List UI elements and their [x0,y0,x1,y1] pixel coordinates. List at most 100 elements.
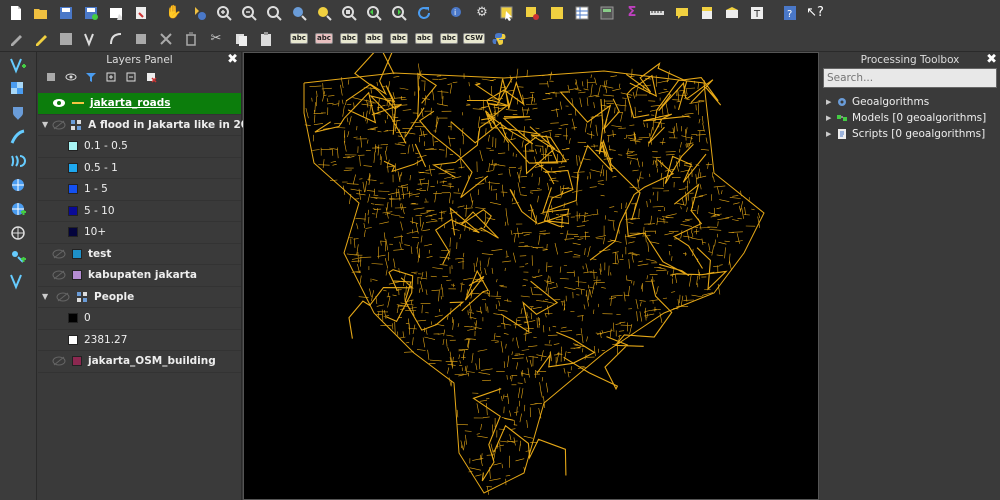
toolbox-item-geoalgorithms[interactable]: ▶ Geoalgorithms [820,94,1000,110]
add-circular-string-icon[interactable] [106,29,126,49]
open-project-icon[interactable] [31,3,51,23]
hidden-eye-icon[interactable] [52,269,68,281]
zoom-next-icon[interactable] [389,3,409,23]
add-wcs-layer-icon[interactable] [6,174,30,196]
refresh-icon[interactable] [414,3,434,23]
legend-item[interactable]: 0 [38,308,241,330]
change-label-icon[interactable]: abc [439,29,459,49]
remove-layer-icon[interactable] [144,70,158,84]
move-feature-icon[interactable] [131,29,151,49]
layer-labeling-icon[interactable]: abc [314,29,334,49]
layer-item[interactable]: jakarta_OSM_building [38,351,241,373]
toolbox-search-input[interactable] [823,68,997,88]
filter-legend-icon[interactable] [84,70,98,84]
expand-arrow-icon[interactable]: ▶ [826,98,836,106]
csw-icon[interactable]: CSW [462,29,486,49]
whats-this-icon[interactable]: ↖? [805,3,825,23]
legend-item[interactable]: 1 - 5 [38,179,241,201]
measure-icon[interactable] [647,3,667,23]
expand-all-icon[interactable] [104,70,118,84]
add-spatialite-layer-icon[interactable] [6,126,30,148]
zoom-full-icon[interactable] [264,3,284,23]
pin-labels-icon[interactable]: abc [339,29,359,49]
hidden-eye-icon[interactable] [52,248,68,260]
legend-item[interactable]: 0.1 - 0.5 [38,136,241,158]
layout-manager-icon[interactable] [131,3,151,23]
save-as-icon[interactable] [81,3,101,23]
select-by-expression-icon[interactable] [547,3,567,23]
current-edits-icon[interactable] [6,29,26,49]
new-shapefile-icon[interactable] [6,270,30,292]
hidden-eye-icon[interactable] [56,291,72,303]
help-icon[interactable]: ? [780,3,800,23]
pan-to-selection-icon[interactable] [189,3,209,23]
legend-item[interactable]: 0.5 - 1 [38,158,241,179]
visible-eye-icon[interactable] [52,97,68,109]
show-bookmarks-icon[interactable] [722,3,742,23]
collapse-arrow-icon[interactable]: ▼ [42,292,52,301]
field-calculator-icon[interactable] [597,3,617,23]
paste-features-icon[interactable] [256,29,276,49]
cut-features-icon[interactable]: ✂ [206,29,226,49]
legend-item[interactable]: 10+ [38,222,241,244]
layer-item[interactable]: jakarta_roads [38,93,241,115]
zoom-to-selection-icon[interactable] [289,3,309,23]
expand-arrow-icon[interactable]: ▶ [826,114,836,122]
toolbox-close-button[interactable]: ✖ [986,52,997,68]
save-project-icon[interactable] [56,3,76,23]
new-project-icon[interactable] [6,3,26,23]
toolbox-item-scripts[interactable]: ▶ Scripts [0 geoalgorithms] [820,126,1000,142]
layer-group[interactable]: ▼ A flood in Jakarta like in 2007 [38,115,263,136]
attribute-table-icon[interactable] [572,3,592,23]
zoom-last-icon[interactable] [364,3,384,23]
layer-label: 1 - 5 [84,183,108,196]
map-canvas[interactable] [243,52,819,500]
zoom-in-icon[interactable] [214,3,234,23]
zoom-native-icon[interactable] [339,3,359,23]
zoom-to-layer-icon[interactable] [314,3,334,23]
labeling-icon[interactable]: abc [289,29,309,49]
copy-features-icon[interactable] [231,29,251,49]
hidden-eye-icon[interactable] [52,355,68,367]
select-feature-icon[interactable] [497,3,517,23]
node-tool-icon[interactable] [156,29,176,49]
collapse-arrow-icon[interactable]: ▼ [42,120,48,129]
zoom-out-icon[interactable] [239,3,259,23]
toggle-editing-icon[interactable] [31,29,51,49]
toolbox-item-models[interactable]: ▶ Models [0 geoalgorithms] [820,110,1000,126]
save-edits-icon[interactable] [56,29,76,49]
add-virtual-layer-icon[interactable] [6,246,30,268]
add-vector-layer-icon[interactable] [6,54,30,76]
pan-icon[interactable]: ✋ [164,3,184,23]
text-annotation-icon[interactable]: T [747,3,767,23]
layer-item[interactable]: test [38,244,241,265]
deselect-icon[interactable] [522,3,542,23]
manage-visibility-icon[interactable] [64,70,78,84]
add-feature-icon[interactable] [81,29,101,49]
layers-panel-close-button[interactable]: ✖ [227,52,238,68]
expand-arrow-icon[interactable]: ▶ [826,130,836,138]
add-delimited-text-icon[interactable] [6,222,30,244]
statistics-icon[interactable]: Σ [622,3,642,23]
collapse-all-icon[interactable] [124,70,138,84]
show-labels-icon[interactable]: abc [364,29,384,49]
open-layer-styling-icon[interactable] [44,70,58,84]
rotate-label-icon[interactable]: abc [414,29,434,49]
hidden-eye-icon[interactable] [52,119,66,131]
action-gear-icon[interactable]: ⚙ [472,3,492,23]
layer-item[interactable]: kabupaten jakarta [38,265,241,287]
python-console-icon[interactable] [489,29,509,49]
layer-group[interactable]: ▼ People [38,287,241,308]
legend-item[interactable]: 2381.27 [38,330,241,351]
identify-icon[interactable]: i [447,3,467,23]
add-wfs-layer-icon[interactable] [6,198,30,220]
new-print-layout-icon[interactable] [106,3,126,23]
new-bookmark-icon[interactable] [697,3,717,23]
map-tips-icon[interactable] [672,3,692,23]
add-postgis-layer-icon[interactable] [6,102,30,124]
legend-item[interactable]: 5 - 10 [38,201,241,222]
delete-selected-icon[interactable] [181,29,201,49]
move-label-icon[interactable]: abc [389,29,409,49]
add-raster-layer-icon[interactable] [6,78,30,100]
add-wms-layer-icon[interactable] [6,150,30,172]
